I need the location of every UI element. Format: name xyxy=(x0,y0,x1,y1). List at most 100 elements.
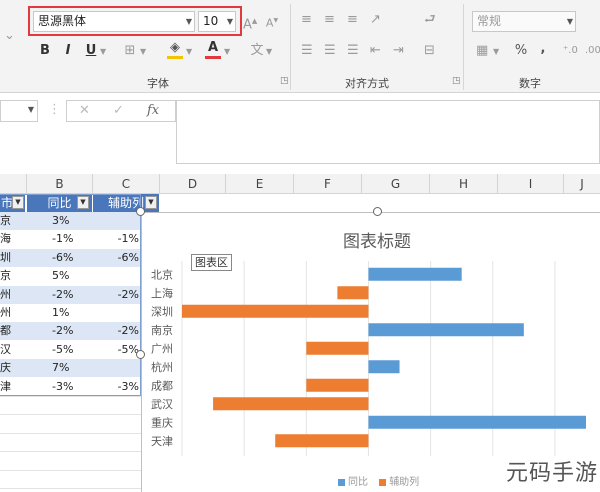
cell-helper[interactable]: -1% xyxy=(93,230,139,248)
merge-center-icon[interactable]: ⊟ xyxy=(424,43,435,59)
bar-helper[interactable] xyxy=(182,304,369,318)
bar-yoy[interactable] xyxy=(368,323,524,337)
bar-helper[interactable] xyxy=(213,397,369,411)
column-header-i[interactable]: I xyxy=(498,174,564,194)
header-cell-helper[interactable]: 辅助列 ▼ xyxy=(93,194,159,212)
cell-city[interactable]: 州 xyxy=(0,286,25,304)
align-top-icon[interactable]: ≡ xyxy=(301,12,312,28)
comma-style-button[interactable]: , xyxy=(538,41,548,57)
bar-yoy[interactable] xyxy=(368,415,586,429)
bar-helper[interactable] xyxy=(275,434,369,448)
column-header-e[interactable]: E xyxy=(226,174,294,194)
cell-helper[interactable]: -5% xyxy=(93,341,139,359)
wrap-text-icon[interactable]: ⮐ xyxy=(424,12,436,28)
decrease-font-size-icon[interactable]: A▼ xyxy=(265,13,279,32)
orientation-icon[interactable]: ↗ xyxy=(370,12,381,28)
filter-dropdown-icon[interactable]: ▼ xyxy=(12,196,24,209)
column-header-a[interactable] xyxy=(0,174,27,194)
cell-yoy[interactable]: -3% xyxy=(52,378,90,396)
align-center-icon[interactable]: ☰ xyxy=(324,43,336,59)
cell-city[interactable]: 庆 xyxy=(0,359,25,377)
column-header-b[interactable]: B xyxy=(27,174,93,194)
align-right-icon[interactable]: ☰ xyxy=(347,43,359,59)
bar-helper[interactable] xyxy=(306,341,369,355)
column-header-h[interactable]: H xyxy=(430,174,498,194)
increase-font-size-icon[interactable]: A▲ xyxy=(243,13,257,33)
cell-yoy[interactable]: -2% xyxy=(52,322,90,340)
cell-yoy[interactable]: -5% xyxy=(52,341,90,359)
header-cell-city[interactable]: 市 ▼ xyxy=(0,194,25,212)
formula-input[interactable] xyxy=(176,100,600,164)
fill-color-dropdown-icon[interactable]: ▼ xyxy=(186,44,192,60)
bold-button[interactable]: B xyxy=(38,43,52,59)
collapse-chevron-icon[interactable]: ⌄ xyxy=(4,28,15,44)
cell-yoy[interactable]: 5% xyxy=(52,267,90,285)
increase-indent-icon[interactable]: ⇥ xyxy=(393,43,404,59)
italic-button[interactable]: I xyxy=(61,43,75,59)
cell-helper[interactable] xyxy=(93,359,139,377)
alignment-dialog-launcher-icon[interactable]: ◳ xyxy=(452,76,461,86)
cell-city[interactable]: 都 xyxy=(0,322,25,340)
align-middle-icon[interactable]: ≡ xyxy=(324,12,335,28)
cell-city[interactable]: 京 xyxy=(0,212,25,230)
name-box[interactable]: ▼ xyxy=(0,100,38,122)
column-header-j[interactable]: J xyxy=(564,174,600,194)
decrease-decimal-icon[interactable]: .00 xyxy=(585,43,600,59)
chart-legend[interactable]: 同比 辅助列 xyxy=(338,473,427,488)
accounting-format-icon[interactable]: ▦ xyxy=(476,43,488,59)
cell-helper[interactable] xyxy=(93,212,139,230)
cell-helper[interactable]: -2% xyxy=(93,322,139,340)
cell-yoy[interactable]: 7% xyxy=(52,359,90,377)
chart-object[interactable]: 北京 上海 深圳 南京 广州 杭州 成都 武汉 重庆 天津 图表标题 图表区 同比 辅助列 xyxy=(141,212,600,492)
font-color-icon[interactable]: A xyxy=(205,40,221,59)
phonetic-dropdown-icon[interactable]: ▼ xyxy=(266,44,272,60)
bar-helper[interactable] xyxy=(306,378,369,392)
cell-yoy[interactable]: -1% xyxy=(52,230,90,248)
cell-yoy[interactable]: 1% xyxy=(52,304,90,322)
cell-helper[interactable]: -3% xyxy=(93,378,139,396)
cell-city[interactable]: 津 xyxy=(0,378,25,396)
filter-dropdown-icon[interactable]: ▼ xyxy=(145,196,157,209)
cell-helper[interactable]: -2% xyxy=(93,286,139,304)
insert-function-button[interactable]: fx xyxy=(147,103,159,119)
cell-helper[interactable]: -6% xyxy=(93,249,139,267)
number-format-select[interactable]: 常规 ▼ xyxy=(472,11,576,32)
cell-city[interactable]: 州 xyxy=(0,304,25,322)
cell-yoy[interactable]: -2% xyxy=(52,286,90,304)
chart-resize-handle-middle-left[interactable] xyxy=(136,350,145,359)
decrease-indent-icon[interactable]: ⇤ xyxy=(370,43,381,59)
cell-city[interactable]: 海 xyxy=(0,230,25,248)
column-header-g[interactable]: G xyxy=(362,174,430,194)
enter-formula-button[interactable]: ✓ xyxy=(113,103,124,119)
chart-resize-handle-top-left[interactable] xyxy=(136,207,145,216)
accounting-dropdown-icon[interactable]: ▼ xyxy=(493,44,499,60)
align-bottom-icon[interactable]: ≡ xyxy=(347,12,358,28)
chart-resize-handle-top-middle[interactable] xyxy=(373,207,382,216)
border-dropdown-icon[interactable]: ▼ xyxy=(140,44,146,60)
align-left-icon[interactable]: ☰ xyxy=(301,43,313,59)
phonetic-icon[interactable]: 文 xyxy=(249,43,265,59)
percent-style-button[interactable]: % xyxy=(514,43,528,59)
cell-yoy[interactable]: -6% xyxy=(52,249,90,267)
font-dialog-launcher-icon[interactable]: ◳ xyxy=(280,76,289,86)
column-header-f[interactable]: F xyxy=(294,174,362,194)
cell-city[interactable]: 圳 xyxy=(0,249,25,267)
border-icon[interactable]: ⊞ xyxy=(122,43,138,59)
header-cell-yoy[interactable]: 同比 ▼ xyxy=(27,194,92,212)
cancel-formula-button[interactable]: ✕ xyxy=(79,103,90,119)
bar-helper[interactable] xyxy=(337,286,369,300)
cell-city[interactable]: 汉 xyxy=(0,341,25,359)
font-size-select[interactable]: 10 ▼ xyxy=(198,11,236,32)
font-color-dropdown-icon[interactable]: ▼ xyxy=(224,44,230,60)
bar-yoy[interactable] xyxy=(368,360,400,374)
increase-decimal-icon[interactable]: ⁺.0 xyxy=(563,43,578,59)
filter-dropdown-icon[interactable]: ▼ xyxy=(77,196,89,209)
underline-dropdown-icon[interactable]: ▼ xyxy=(100,44,106,60)
column-header-c[interactable]: C xyxy=(93,174,160,194)
cell-yoy[interactable]: 3% xyxy=(52,212,90,230)
font-name-select[interactable]: 思源黑体 ▼ xyxy=(33,11,195,32)
fill-color-icon[interactable]: ◈ xyxy=(167,40,183,59)
underline-button[interactable]: U xyxy=(84,43,98,59)
chart-title[interactable]: 图表标题 xyxy=(142,227,600,252)
cell-helper[interactable] xyxy=(93,304,139,322)
